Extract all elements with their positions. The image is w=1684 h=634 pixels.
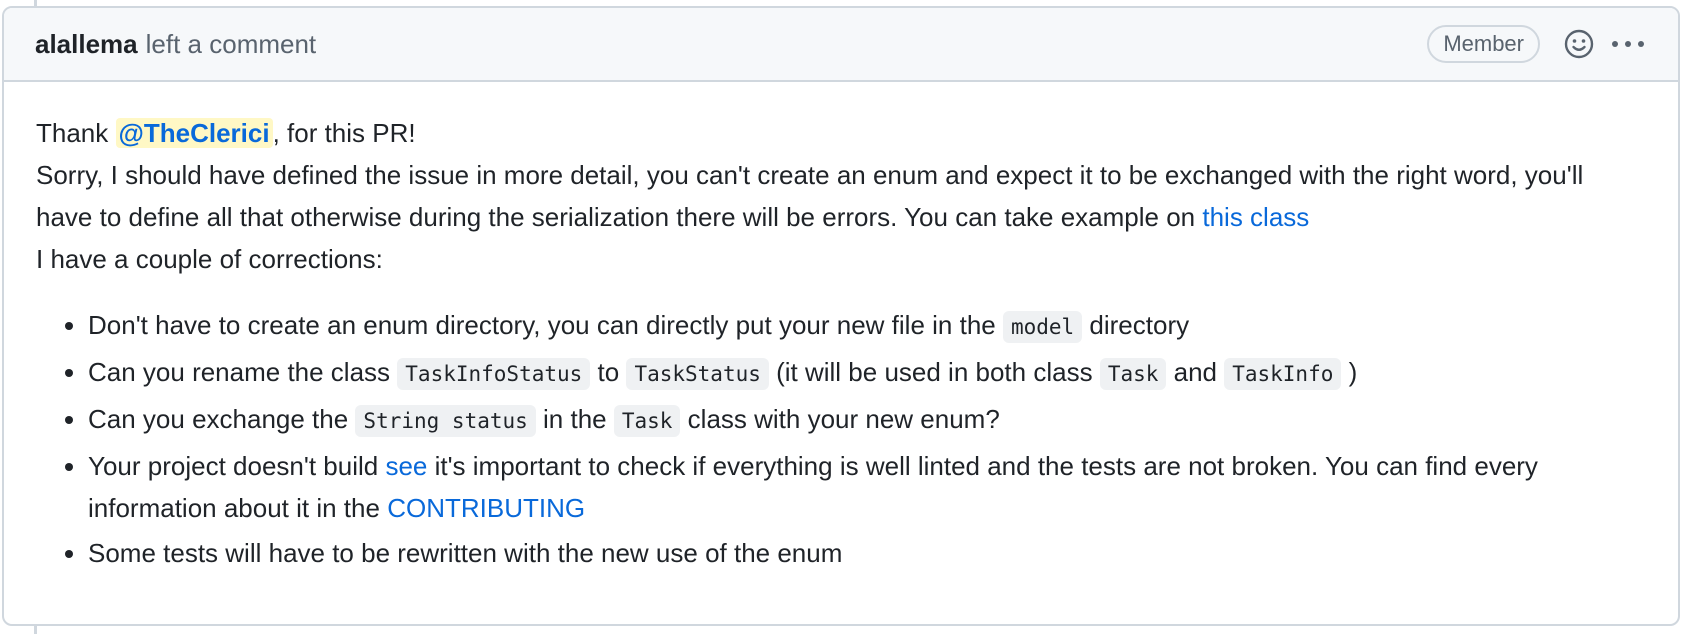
greeting-prefix: Thank xyxy=(36,118,116,148)
item-text: Don't have to create an enum directory, … xyxy=(88,310,1003,340)
comment-author[interactable]: alallema xyxy=(35,29,138,60)
comment-action: left a comment xyxy=(145,28,317,59)
list-item: Can you rename the class TaskInfoStatus … xyxy=(88,351,1646,395)
inline-code: Task xyxy=(613,405,681,437)
comment-header: alallema left a comment Member xyxy=(4,8,1678,82)
contributing-link[interactable]: CONTRIBUTING xyxy=(387,493,585,523)
comment-box: alallema left a comment Member Thank @Th… xyxy=(2,6,1680,626)
comment-body: Thank @TheClerici, for this PR! Sorry, I… xyxy=(4,82,1678,574)
see-link[interactable]: see xyxy=(385,451,427,481)
item-text: Your project doesn't build xyxy=(88,451,386,481)
list-item: Can you exchange the String status in th… xyxy=(88,398,1646,442)
comment-options-button[interactable] xyxy=(1608,27,1648,61)
item-text: (it will be used in both class xyxy=(768,357,1100,387)
inline-code: String status xyxy=(355,405,536,437)
inline-code: TaskStatus xyxy=(626,358,769,390)
this-class-link[interactable]: this class xyxy=(1202,202,1309,232)
item-text: Can you exchange the xyxy=(88,404,356,434)
item-text: class with your new enum? xyxy=(680,404,1000,434)
item-text: directory xyxy=(1082,310,1190,340)
inline-code: Task xyxy=(1099,358,1167,390)
inline-code: model xyxy=(1002,311,1083,343)
item-text: ) xyxy=(1341,357,1358,387)
member-badge: Member xyxy=(1427,25,1540,63)
corrections-intro: I have a couple of corrections: xyxy=(36,244,383,274)
list-item: Don't have to create an enum directory, … xyxy=(88,304,1646,348)
list-item: Your project doesn't build see it's impo… xyxy=(88,445,1646,529)
item-text: in the xyxy=(535,404,614,434)
add-reaction-button[interactable] xyxy=(1562,27,1596,61)
item-text: Can you rename the class xyxy=(88,357,398,387)
inline-code: TaskInfo xyxy=(1224,358,1342,390)
issue-paragraph: Sorry, I should have defined the issue i… xyxy=(36,154,1646,238)
greeting-suffix: , for this PR! xyxy=(272,118,416,148)
list-item: Some tests will have to be rewritten wit… xyxy=(88,532,1646,574)
item-text: to xyxy=(590,357,627,387)
kebab-horizontal-icon xyxy=(1612,41,1644,47)
corrections-list: Don't have to create an enum directory, … xyxy=(36,304,1646,574)
item-text: Some tests will have to be rewritten wit… xyxy=(88,538,843,568)
smiley-icon xyxy=(1564,29,1594,59)
user-mention[interactable]: @TheClerici xyxy=(115,118,273,148)
inline-code: TaskInfoStatus xyxy=(397,358,591,390)
item-text: and xyxy=(1166,357,1225,387)
greeting-line: Thank @TheClerici, for this PR! xyxy=(36,112,1646,154)
paragraph-text: Sorry, I should have defined the issue i… xyxy=(36,160,1584,232)
header-actions: Member xyxy=(1427,25,1648,63)
